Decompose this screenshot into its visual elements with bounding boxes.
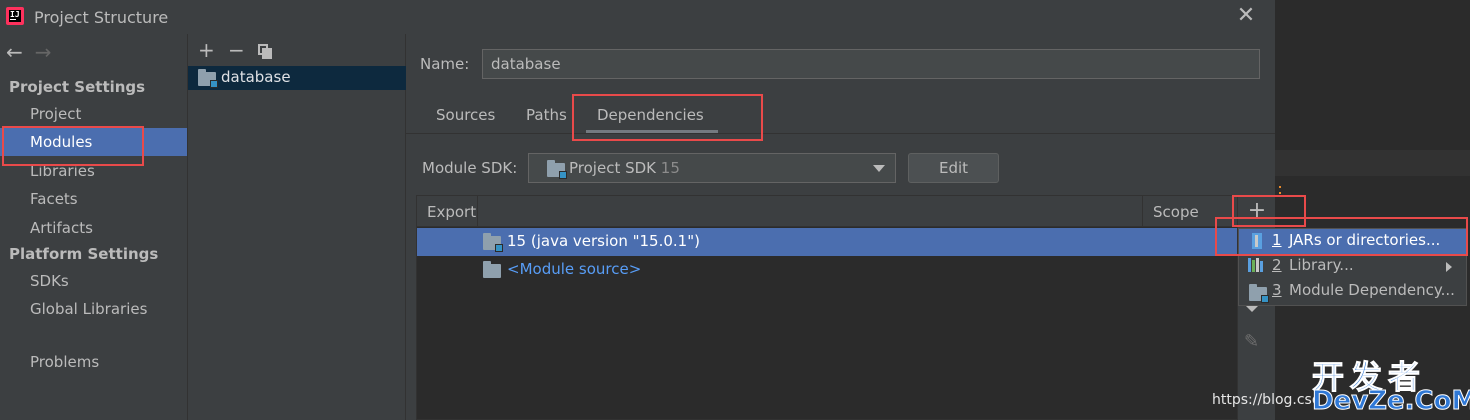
project-structure-dialog: IJ Project Structure ✕ ← → Project Settin…	[0, 0, 1276, 420]
column-scope[interactable]: Scope	[1153, 203, 1199, 221]
module-item-database[interactable]: database	[188, 66, 406, 90]
window-title: Project Structure	[34, 8, 169, 27]
tab-paths[interactable]: Paths	[526, 106, 567, 124]
nav-arrows: ← →	[6, 40, 52, 64]
module-name-input[interactable]: database	[482, 49, 1260, 79]
add-icon[interactable]: +	[198, 38, 228, 62]
annotation-dependencies	[572, 94, 763, 141]
pencil-icon[interactable]: ✎	[1244, 331, 1259, 352]
move-down-icon[interactable]	[1245, 305, 1259, 312]
menu-item-library[interactable]: 2 Library...	[1239, 254, 1466, 279]
nav-item-sdks[interactable]: SDKs	[0, 267, 187, 295]
module-sdk-label: Module SDK:	[422, 159, 518, 177]
nav-item-artifacts[interactable]: Artifacts	[0, 214, 187, 242]
title-bar: IJ Project Structure ✕	[0, 0, 1275, 34]
library-icon	[1248, 258, 1266, 272]
module-settings-panel: Name: database Sources Paths Dependencie…	[406, 34, 1276, 420]
name-label: Name:	[420, 55, 470, 73]
sdk-value: Project SDK 15	[569, 159, 680, 177]
forward-arrow-icon[interactable]: →	[35, 40, 52, 64]
menu-item-number: 2	[1272, 256, 1282, 274]
chevron-down-icon	[873, 165, 885, 172]
column-export[interactable]: Export	[427, 203, 476, 221]
module-folder-icon	[198, 69, 218, 88]
table-header: Export Scope	[417, 196, 1276, 227]
module-folder-icon	[1249, 284, 1269, 303]
module-source-icon	[483, 261, 501, 278]
tab-sources[interactable]: Sources	[436, 106, 495, 124]
module-sdk-dropdown[interactable]: Project SDK 15	[528, 153, 896, 183]
edit-sdk-button[interactable]: Edit	[908, 153, 999, 183]
nav-item-project[interactable]: Project	[0, 100, 187, 128]
copy-icon[interactable]	[258, 38, 288, 62]
annotation-jars	[1215, 217, 1468, 256]
intellij-logo-icon: IJ	[6, 7, 24, 25]
section-platform-settings: Platform Settings	[9, 245, 159, 263]
module-label: database	[221, 68, 291, 86]
table-row[interactable]: 15 (java version "15.0.1")	[417, 228, 1237, 256]
dependencies-table: Export Scope 15 (java version "15.0.1") …	[416, 195, 1276, 420]
annotation-modules	[2, 126, 144, 166]
watermark-url: https://blog.csd	[1212, 392, 1321, 408]
row-label: <Module source>	[507, 260, 642, 278]
section-project-settings: Project Settings	[9, 78, 146, 96]
modules-toolbar: + −	[198, 38, 288, 62]
settings-nav: ← → Project Settings Project Modules Libr…	[0, 34, 187, 420]
back-arrow-icon[interactable]: ←	[6, 40, 23, 64]
remove-icon[interactable]: −	[228, 38, 258, 62]
menu-item-number: 3	[1272, 281, 1282, 299]
close-icon[interactable]: ✕	[1236, 5, 1256, 27]
watermark-brand-sub: DevZe.CoM	[1311, 386, 1470, 417]
menu-item-module-dependency[interactable]: 3 Module Dependency...	[1239, 279, 1466, 304]
menu-item-label: Module Dependency...	[1289, 281, 1455, 299]
nav-item-global-libraries[interactable]: Global Libraries	[0, 295, 187, 323]
nav-item-facets[interactable]: Facets	[0, 185, 187, 213]
chevron-right-icon	[1446, 262, 1452, 272]
sdk-folder-icon	[547, 160, 567, 179]
menu-item-label: Library...	[1289, 256, 1354, 274]
tabs-divider	[406, 133, 1275, 134]
sdk-folder-icon	[483, 233, 503, 252]
nav-item-problems[interactable]: Problems	[0, 348, 187, 376]
row-label: 15 (java version "15.0.1")	[507, 232, 700, 250]
table-row[interactable]: <Module source>	[417, 256, 1237, 284]
modules-list-panel: + − database	[187, 34, 406, 420]
